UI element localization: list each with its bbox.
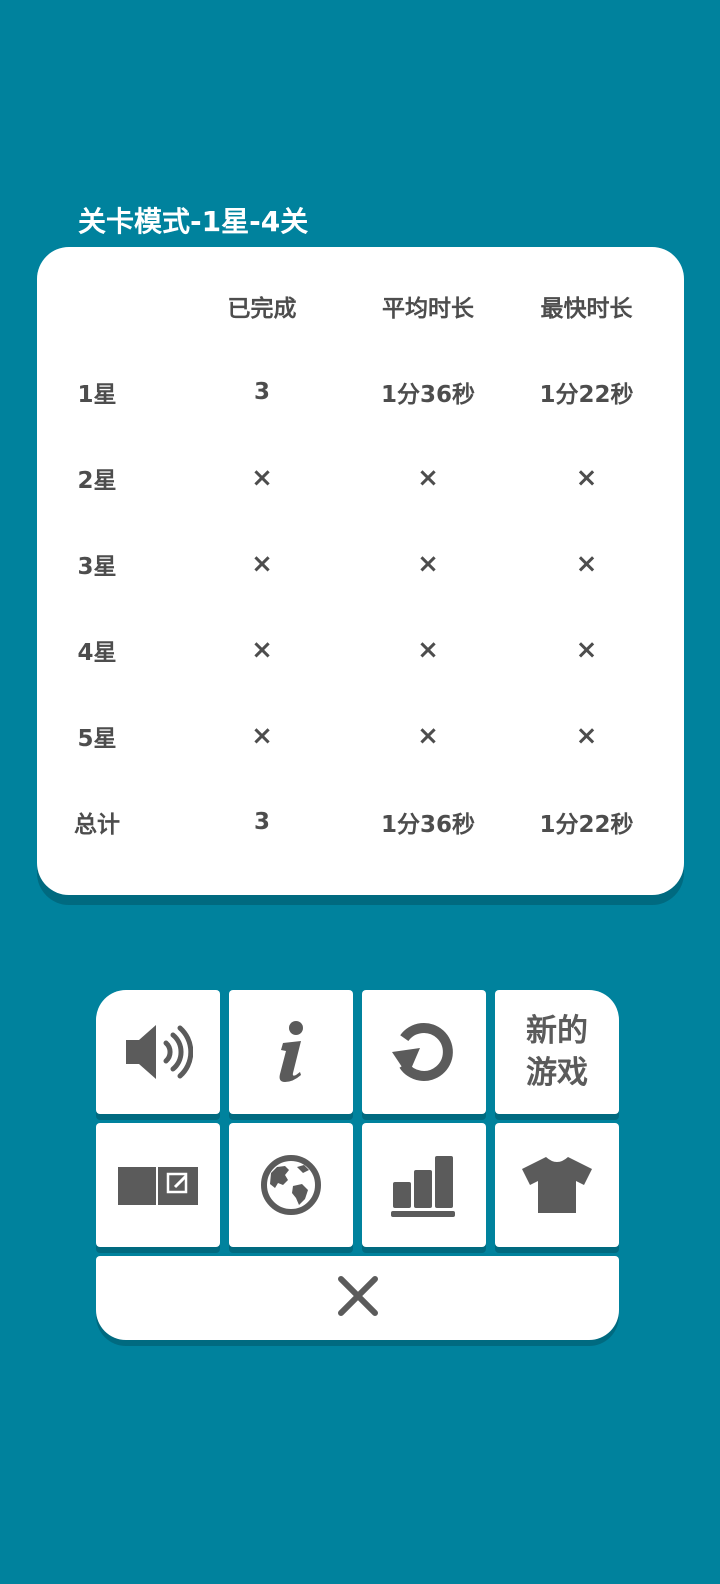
average-time-cell: × [417,463,439,493]
fastest-time-cell: × [575,463,598,493]
header-cell-empty [37,263,157,349]
row-label: 1星 [77,382,117,408]
average-time-cell: 1分36秒 [380,812,475,838]
menu-grid: 新的游戏 [96,990,624,1342]
table-row: 2星 × × × [37,435,684,521]
speaker-volume-icon [123,1020,193,1084]
header-cell-average-time: 平均时长 [382,296,474,322]
t-shirt-icon [520,1154,594,1216]
fastest-time-cell: 1分22秒 [539,382,634,408]
average-time-cell: 1分36秒 [380,382,475,408]
fastest-time-cell: × [575,549,598,579]
stats-table: 已完成 平均时长 最快时长 1星 3 1分36秒 1分22秒 2星 × × × … [37,263,684,865]
table-header-row: 已完成 平均时长 最快时长 [37,263,684,349]
row-label: 总计 [74,812,120,838]
info-button[interactable] [229,990,353,1114]
row-label: 5星 [77,726,117,752]
notes-button[interactable] [96,1123,220,1247]
completed-cell: 3 [253,809,270,835]
notebook-edit-icon [116,1163,200,1207]
table-row: 1星 3 1分36秒 1分22秒 [37,349,684,435]
completed-cell: 3 [253,379,270,405]
average-time-cell: × [417,549,439,579]
globe-icon [259,1153,323,1217]
new-game-label: 新的游戏 [526,1013,588,1091]
new-game-button[interactable]: 新的游戏 [495,990,619,1114]
bar-chart-icon [389,1150,459,1220]
completed-cell: × [251,635,273,665]
table-row: 5星 × × × [37,693,684,779]
completed-cell: × [251,463,273,493]
close-icon [337,1275,379,1321]
average-time-cell: × [417,721,439,751]
row-label: 4星 [77,640,117,666]
row-label: 2星 [77,468,117,494]
completed-cell: × [251,549,273,579]
row-label: 3星 [77,554,117,580]
stats-button[interactable] [362,1123,486,1247]
table-row: 4星 × × × [37,607,684,693]
language-button[interactable] [229,1123,353,1247]
completed-cell: × [251,721,273,751]
fastest-time-cell: × [575,721,598,751]
header-cell-fastest-time: 最快时长 [540,296,633,322]
sound-button[interactable] [96,990,220,1114]
theme-button[interactable] [495,1123,619,1247]
table-row-total: 总计 3 1分36秒 1分22秒 [37,779,684,865]
fastest-time-cell: 1分22秒 [539,812,634,838]
stats-card: 已完成 平均时长 最快时长 1星 3 1分36秒 1分22秒 2星 × × × … [37,247,684,895]
restart-button[interactable] [362,990,486,1114]
info-icon [271,1019,311,1085]
fastest-time-cell: × [575,635,598,665]
header-cell-completed: 已完成 [227,296,297,322]
restart-icon [390,1018,458,1086]
page-title: 关卡模式-1星-4关 [78,205,309,238]
average-time-cell: × [417,635,439,665]
close-button[interactable] [96,1256,619,1340]
table-row: 3星 × × × [37,521,684,607]
